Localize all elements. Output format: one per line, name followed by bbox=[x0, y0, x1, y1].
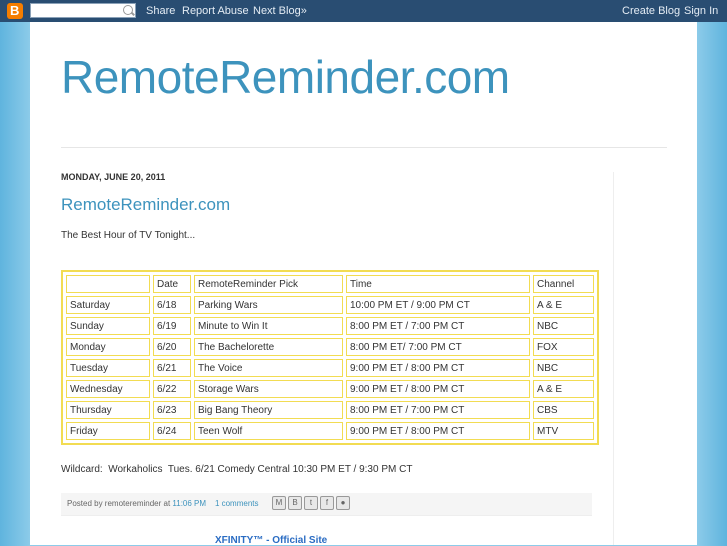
day-cell: Monday bbox=[66, 338, 150, 356]
time-cell: 9:00 PM ET / 8:00 PM CT bbox=[346, 380, 530, 398]
date-cell: 6/23 bbox=[153, 401, 191, 419]
blogger-logo-icon[interactable]: B bbox=[7, 3, 23, 19]
sign-in-link[interactable]: Sign In bbox=[684, 5, 718, 17]
blog-title[interactable]: RemoteReminder.com bbox=[61, 50, 510, 104]
pick-cell: Big Bang Theory bbox=[194, 401, 343, 419]
search-icon[interactable] bbox=[123, 5, 133, 15]
header-cell: Channel bbox=[533, 275, 594, 293]
time-cell: 9:00 PM ET / 8:00 PM CT bbox=[346, 359, 530, 377]
channel-cell: CBS bbox=[533, 401, 594, 419]
date-cell: 6/20 bbox=[153, 338, 191, 356]
day-cell: Thursday bbox=[66, 401, 150, 419]
header-cell bbox=[66, 275, 150, 293]
blogthis-icon[interactable]: B bbox=[288, 496, 302, 510]
pick-cell: Minute to Win It bbox=[194, 317, 343, 335]
blog-page: RemoteReminder.com MONDAY, JUNE 20, 2011… bbox=[30, 22, 697, 546]
channel-cell: FOX bbox=[533, 338, 594, 356]
table-header-row: Date RemoteReminder Pick Time Channel bbox=[66, 275, 594, 293]
next-blog-link[interactable]: Next Blog» bbox=[253, 5, 307, 17]
time-cell: 8:00 PM ET / 7:00 PM CT bbox=[346, 317, 530, 335]
pick-cell: The Bachelorette bbox=[194, 338, 343, 356]
time-cell: 10:00 PM ET / 9:00 PM CT bbox=[346, 296, 530, 314]
table-row: Thursday 6/23 Big Bang Theory 8:00 PM ET… bbox=[66, 401, 594, 419]
post-meta: Posted by remotereminder at 11:06 PM 1 c… bbox=[67, 499, 259, 508]
header-divider bbox=[61, 147, 667, 148]
email-icon[interactable]: M bbox=[272, 496, 286, 510]
ad-link[interactable]: XFINITY™ - Official Site bbox=[215, 535, 327, 546]
pick-cell: The Voice bbox=[194, 359, 343, 377]
post-timestamp-link[interactable]: 11:06 PM bbox=[172, 499, 206, 508]
comments-link[interactable]: 1 comments bbox=[215, 499, 259, 508]
post-footer: Posted by remotereminder at 11:06 PM 1 c… bbox=[61, 493, 592, 516]
wildcard-note: Wildcard: Workaholics Tues. 6/21 Comedy … bbox=[61, 464, 413, 475]
date-cell: 6/24 bbox=[153, 422, 191, 440]
sidebar-divider bbox=[613, 172, 614, 545]
create-blog-link[interactable]: Create Blog bbox=[622, 5, 680, 17]
date-header: MONDAY, JUNE 20, 2011 bbox=[61, 172, 166, 182]
blogger-navbar: B Share Report Abuse Next Blog» Create B… bbox=[0, 0, 727, 22]
header-cell: Time bbox=[346, 275, 530, 293]
channel-cell: NBC bbox=[533, 317, 594, 335]
search-input[interactable] bbox=[30, 3, 136, 18]
day-cell: Wednesday bbox=[66, 380, 150, 398]
channel-cell: A & E bbox=[533, 380, 594, 398]
date-cell: 6/18 bbox=[153, 296, 191, 314]
date-cell: 6/22 bbox=[153, 380, 191, 398]
time-cell: 8:00 PM ET/ 7:00 PM CT bbox=[346, 338, 530, 356]
post-title[interactable]: RemoteReminder.com bbox=[61, 195, 230, 215]
table-row: Sunday 6/19 Minute to Win It 8:00 PM ET … bbox=[66, 317, 594, 335]
day-cell: Sunday bbox=[66, 317, 150, 335]
table-row: Tuesday 6/21 The Voice 9:00 PM ET / 8:00… bbox=[66, 359, 594, 377]
share-buttons: M B t f ● bbox=[272, 496, 350, 510]
date-cell: 6/19 bbox=[153, 317, 191, 335]
report-abuse-link[interactable]: Report Abuse bbox=[182, 5, 249, 17]
facebook-icon[interactable]: f bbox=[320, 496, 334, 510]
share-link[interactable]: Share bbox=[146, 5, 175, 17]
day-cell: Friday bbox=[66, 422, 150, 440]
table-row: Wednesday 6/22 Storage Wars 9:00 PM ET /… bbox=[66, 380, 594, 398]
header-cell: RemoteReminder Pick bbox=[194, 275, 343, 293]
header-cell: Date bbox=[153, 275, 191, 293]
posted-by-text: Posted by remotereminder at bbox=[67, 499, 173, 508]
table-row: Saturday 6/18 Parking Wars 10:00 PM ET /… bbox=[66, 296, 594, 314]
table-row: Friday 6/24 Teen Wolf 9:00 PM ET / 8:00 … bbox=[66, 422, 594, 440]
channel-cell: NBC bbox=[533, 359, 594, 377]
day-cell: Tuesday bbox=[66, 359, 150, 377]
table-row: Monday 6/20 The Bachelorette 8:00 PM ET/… bbox=[66, 338, 594, 356]
time-cell: 8:00 PM ET / 7:00 PM CT bbox=[346, 401, 530, 419]
pick-cell: Teen Wolf bbox=[194, 422, 343, 440]
pick-cell: Storage Wars bbox=[194, 380, 343, 398]
tv-schedule-table: Date RemoteReminder Pick Time Channel Sa… bbox=[61, 270, 599, 445]
buzz-icon[interactable]: ● bbox=[336, 496, 350, 510]
time-cell: 9:00 PM ET / 8:00 PM CT bbox=[346, 422, 530, 440]
twitter-icon[interactable]: t bbox=[304, 496, 318, 510]
pick-cell: Parking Wars bbox=[194, 296, 343, 314]
date-cell: 6/21 bbox=[153, 359, 191, 377]
channel-cell: MTV bbox=[533, 422, 594, 440]
channel-cell: A & E bbox=[533, 296, 594, 314]
day-cell: Saturday bbox=[66, 296, 150, 314]
post-intro: The Best Hour of TV Tonight... bbox=[61, 230, 196, 241]
